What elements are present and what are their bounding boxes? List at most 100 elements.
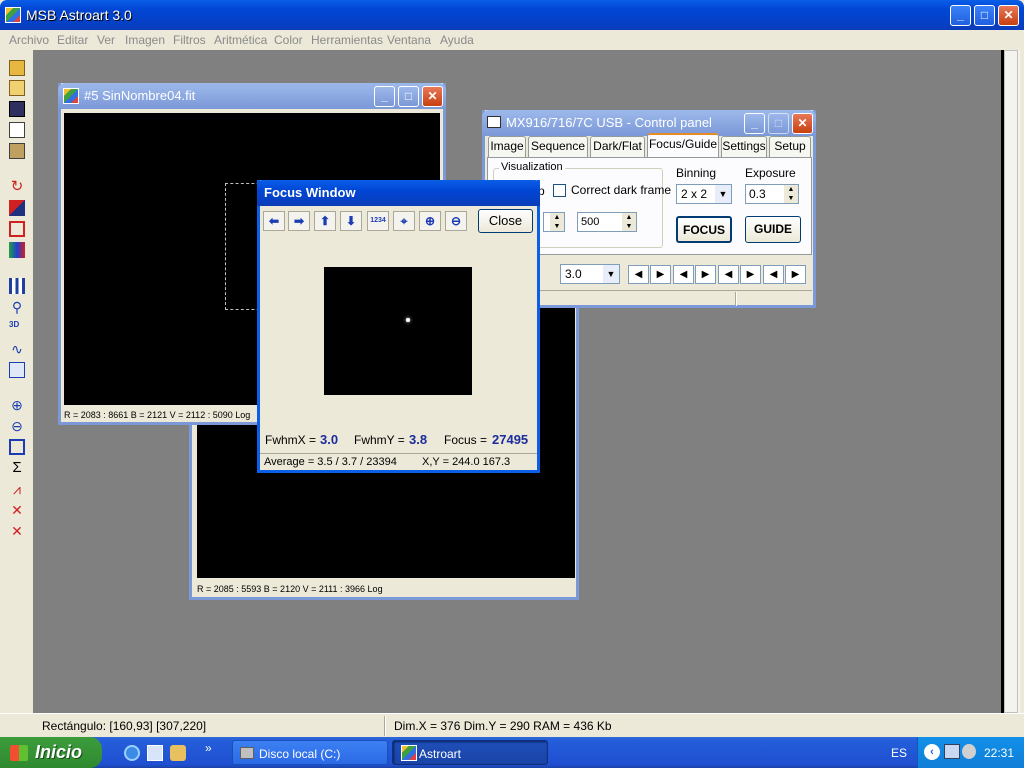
nav-right-4-button[interactable]: ▶ (785, 265, 806, 284)
value-spin-field[interactable]: 500 ▲ ▼ (577, 212, 637, 232)
sum-icon[interactable]: Σ (9, 460, 25, 476)
media-icon[interactable] (170, 745, 186, 761)
nav-left-3-button[interactable]: ◀ (718, 265, 739, 284)
menu-imagen[interactable]: Imagen (125, 33, 165, 47)
clock: 22:31 (984, 746, 1015, 760)
menu-filtros[interactable]: Filtros (173, 33, 206, 47)
control-panel-title: MX916/716/7C USB - Control panel (506, 115, 712, 130)
crosshair-icon[interactable]: ⌖ (393, 211, 415, 231)
frame-icon[interactable] (9, 221, 25, 237)
start-button[interactable]: Inicio (0, 737, 102, 768)
minimize-button[interactable]: _ (950, 5, 971, 26)
vertical-scrollbar[interactable] (1004, 50, 1020, 713)
focus-window-title-bar[interactable]: Focus Window (257, 180, 540, 206)
focus-label: Focus = (444, 433, 488, 447)
arrow-left-icon[interactable]: ⬅ (263, 211, 285, 231)
open-multiple-icon[interactable] (9, 80, 25, 96)
3d-plot-icon[interactable]: 3D (9, 320, 25, 336)
close-button[interactable]: ✕ (998, 5, 1019, 26)
histogram-icon[interactable] (9, 278, 25, 294)
nav-left-2-button[interactable]: ◀ (673, 265, 694, 284)
menu-ventana[interactable]: Ventana (387, 33, 431, 47)
focus-button[interactable]: FOCUS (676, 216, 732, 243)
zoom-star-icon[interactable]: ⚲ (9, 299, 25, 315)
image-window-close-button[interactable]: ✕ (422, 86, 443, 107)
nav-left-1-button[interactable]: ◀ (628, 265, 649, 284)
menu-color[interactable]: Color (274, 33, 303, 47)
save-icon[interactable] (9, 101, 25, 117)
chevron-down-icon[interactable]: ▼ (715, 185, 731, 203)
contract-icon[interactable]: ✕ (9, 523, 25, 539)
graph-icon[interactable]: ⩘ (9, 481, 25, 497)
menu-archivo[interactable]: Archivo (9, 33, 49, 47)
numeric-display-icon[interactable]: 1234 (367, 211, 389, 231)
outlook-icon[interactable] (147, 745, 163, 761)
image-window-maximize-button[interactable]: □ (398, 86, 419, 107)
expand-icon[interactable]: ✕ (9, 502, 25, 518)
menu-ayuda[interactable]: Ayuda (440, 33, 474, 47)
focus-close-button[interactable]: Close (478, 209, 533, 233)
partial-spin-field[interactable]: ▲ ▼ (543, 212, 565, 232)
nav-right-3-button[interactable]: ▶ (740, 265, 761, 284)
arrow-up-icon[interactable]: ⬆ (314, 211, 336, 231)
language-indicator[interactable]: ES (891, 746, 907, 760)
binning-select[interactable]: 2 x 2 ▼ (676, 184, 732, 204)
control-panel-close-button[interactable]: ✕ (792, 113, 813, 134)
maximize-button[interactable]: □ (974, 5, 995, 26)
network-icon[interactable] (944, 744, 960, 759)
menu-bar: Archivo Editar Ver Imagen Filtros Aritmé… (0, 30, 1024, 50)
open-icon[interactable] (9, 60, 25, 76)
star-point (406, 318, 410, 322)
spin-arrows-icon[interactable]: ▲ ▼ (784, 185, 798, 203)
info-icon[interactable] (9, 362, 25, 378)
task-astroart[interactable]: Astroart (392, 740, 548, 765)
tray-expand-icon[interactable]: ‹ (924, 744, 940, 760)
display-select[interactable]: 3.0 ▼ (560, 264, 620, 284)
image-window-1-title: #5 SinNombre04.fit (84, 88, 196, 103)
copy-icon[interactable] (9, 122, 25, 138)
zoom-out-icon[interactable]: ⊖ (9, 418, 25, 434)
zoom-out-circle-icon[interactable]: ⊖ (445, 211, 467, 231)
paste-icon[interactable] (9, 143, 25, 159)
menu-herramientas[interactable]: Herramientas (311, 33, 383, 47)
tab-focus-guide[interactable]: Focus/Guide (647, 133, 719, 158)
correct-dark-checkbox[interactable] (553, 184, 566, 197)
spin-arrows-icon[interactable]: ▲ ▼ (550, 213, 564, 231)
exposure-field[interactable]: 0.3 ▲ ▼ (745, 184, 799, 204)
ie-icon[interactable] (124, 745, 140, 761)
tab-image[interactable]: Image (488, 136, 526, 157)
spin-arrows-icon[interactable]: ▲ ▼ (622, 213, 636, 231)
nav-left-4-button[interactable]: ◀ (763, 265, 784, 284)
tab-dark-flat[interactable]: Dark/Flat (590, 136, 645, 157)
image-stats-2: R = 2085 : 5593 B = 2120 V = 2111 : 3966… (197, 584, 383, 594)
align-icon[interactable] (9, 200, 25, 216)
zoom-in-circle-icon[interactable]: ⊕ (419, 211, 441, 231)
tool-bar: ↻ ⚲ 3D ∿ ⊕ ⊖ Σ ⩘ ✕ ✕ (0, 50, 33, 713)
rotate-icon[interactable]: ↻ (9, 179, 25, 195)
menu-aritmetica[interactable]: Aritmética (214, 33, 267, 47)
image-window-minimize-button[interactable]: _ (374, 86, 395, 107)
chevron-down-icon[interactable]: ▼ (603, 265, 619, 283)
image-window-icon (63, 88, 79, 104)
focus-star-view[interactable] (324, 267, 472, 395)
zoom-in-icon[interactable]: ⊕ (9, 397, 25, 413)
image-window-1-title-bar[interactable]: #5 SinNombre04.fit _ □ ✕ (58, 83, 446, 109)
tab-sequence[interactable]: Sequence (528, 136, 588, 157)
menu-editar[interactable]: Editar (57, 33, 88, 47)
nav-right-1-button[interactable]: ▶ (650, 265, 671, 284)
nav-right-2-button[interactable]: ▶ (695, 265, 716, 284)
quicklaunch-chevron-icon[interactable]: » (205, 741, 212, 755)
arrow-right-icon[interactable]: ➡ (288, 211, 310, 231)
curve-icon[interactable]: ∿ (9, 341, 25, 357)
task-disco-local[interactable]: Disco local (C:) (232, 740, 388, 765)
color-balance-icon[interactable] (9, 242, 25, 258)
arrow-down-icon[interactable]: ⬇ (340, 211, 362, 231)
tab-settings[interactable]: Settings (721, 136, 767, 157)
menu-ver[interactable]: Ver (97, 33, 115, 47)
volume-icon[interactable] (962, 744, 976, 759)
control-panel-minimize-button[interactable]: _ (744, 113, 765, 134)
binning-value: 2 x 2 (681, 187, 708, 201)
zoom-window-icon[interactable] (9, 439, 25, 455)
guide-button[interactable]: GUIDE (745, 216, 801, 243)
tab-setup[interactable]: Setup (769, 136, 811, 157)
